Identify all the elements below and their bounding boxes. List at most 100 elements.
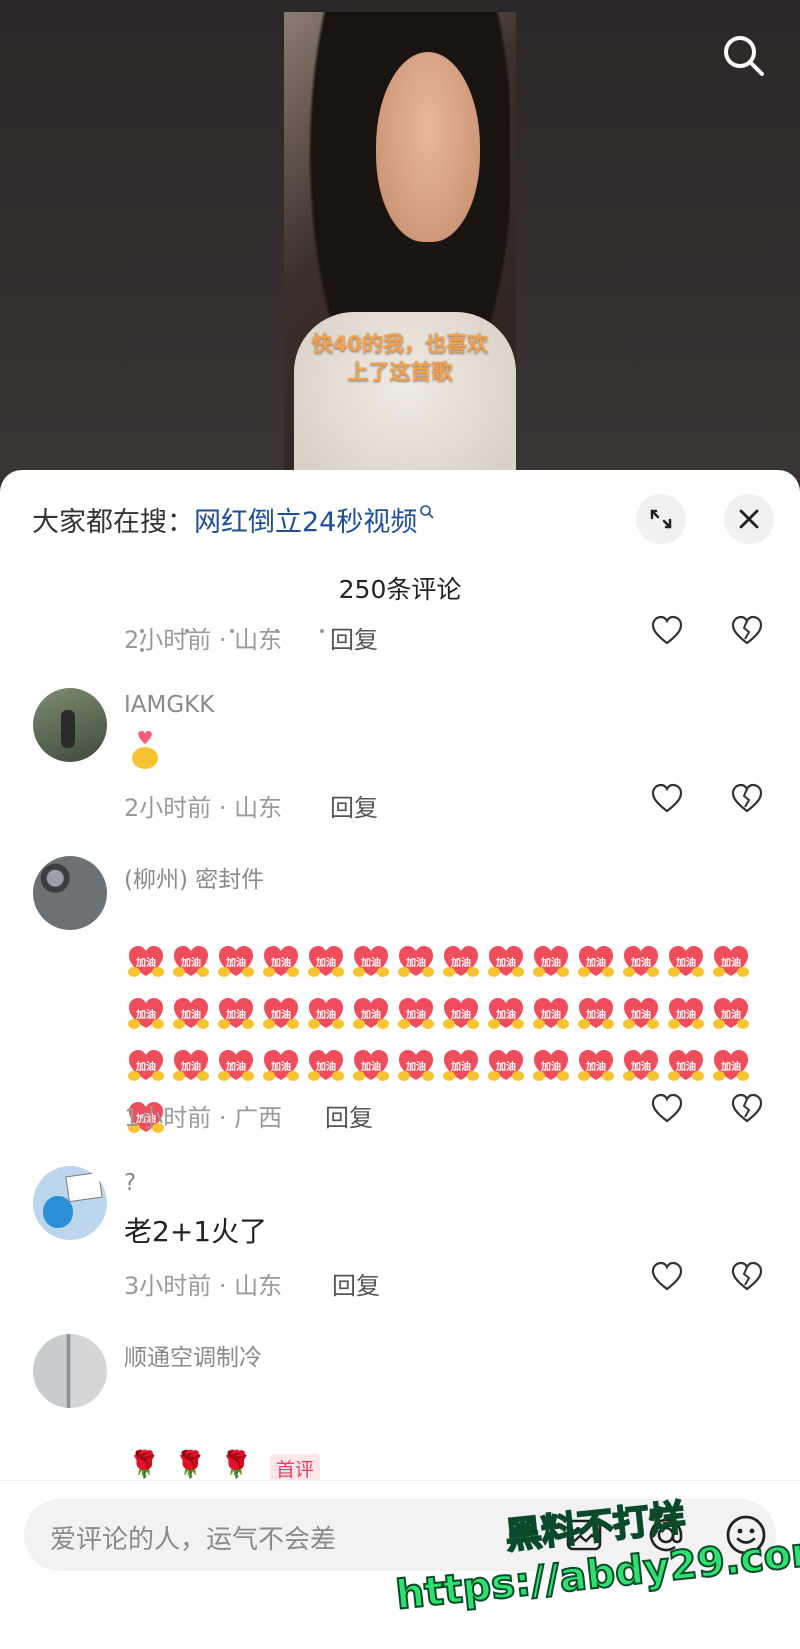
jiayou-sticker: 加油 <box>214 945 258 985</box>
comment-time-location: 3小时前 · 山东 <box>124 1272 283 1300</box>
jiayou-sticker-label: 加油 <box>451 958 471 969</box>
video-caption-line1: 快40的我，也喜欢 <box>311 332 489 356</box>
avatar[interactable] <box>33 688 107 762</box>
jiayou-sticker-label: 加油 <box>496 958 516 969</box>
comment-text: 老2+1火了 <box>124 1215 268 1248</box>
smile-icon[interactable] <box>724 1513 768 1557</box>
jiayou-sticker: 加油 <box>439 945 483 985</box>
comment-username[interactable]: IAMGKK <box>124 692 214 718</box>
jiayou-sticker-label: 加油 <box>541 1010 561 1021</box>
jiayou-sticker: 加油 <box>259 997 303 1037</box>
jiayou-sticker: 加油 <box>664 945 708 985</box>
rose-icon: 🌹 <box>128 1450 161 1480</box>
heart-icon[interactable] <box>650 1092 684 1126</box>
broken-heart-icon[interactable] <box>730 1260 764 1294</box>
reply-button[interactable]: 回复 <box>330 788 378 823</box>
jiayou-sticker-label: 加油 <box>136 1062 156 1073</box>
jiayou-sticker-label: 加油 <box>181 958 201 969</box>
close-button[interactable] <box>724 494 774 544</box>
jiayou-sticker: 加油 <box>709 1049 753 1089</box>
jiayou-sticker-label: 加油 <box>676 958 696 969</box>
jiayou-sticker: 加油 <box>259 1049 303 1089</box>
rose-icon: 🌹 <box>220 1450 253 1480</box>
trending-keyword[interactable]: 网红倒立24秒视频 <box>194 507 417 538</box>
jiayou-sticker: 加油 <box>664 997 708 1037</box>
broken-heart-icon[interactable] <box>730 614 764 648</box>
jiayou-sticker-label: 加油 <box>496 1010 516 1021</box>
jiayou-sticker-label: 加油 <box>721 1062 741 1073</box>
jiayou-sticker: 加油 <box>529 997 573 1037</box>
jiayou-sticker-label: 加油 <box>586 958 606 969</box>
comment-input-bar: 爱评论的人，运气不会差 <box>0 1480 800 1649</box>
jiayou-sticker: 加油 <box>394 1049 438 1089</box>
heart-icon[interactable] <box>650 1260 684 1294</box>
jiayou-sticker-label: 加油 <box>271 958 291 969</box>
comment-username[interactable]: (柳州) 密封件 <box>124 860 264 894</box>
jiayou-sticker-label: 加油 <box>271 1010 291 1021</box>
reply-button[interactable]: 回复 <box>332 1266 380 1301</box>
jiayou-sticker-label: 加油 <box>631 958 651 969</box>
jiayou-sticker-label: 加油 <box>406 1062 426 1073</box>
comment-username[interactable]: 顺通空调制冷 <box>124 1338 262 1372</box>
jiayou-sticker-label: 加油 <box>361 1062 381 1073</box>
jiayou-sticker: 加油 <box>169 997 213 1037</box>
jiayou-sticker-label: 加油 <box>316 958 336 969</box>
trending-prefix: 大家都在搜： <box>32 507 194 538</box>
image-icon[interactable] <box>564 1515 604 1555</box>
jiayou-sticker-label: 加油 <box>631 1010 651 1021</box>
jiayou-sticker: 加油 <box>484 945 528 985</box>
close-icon <box>739 509 759 529</box>
avatar[interactable] <box>33 1166 107 1240</box>
expand-button[interactable] <box>636 494 686 544</box>
video-caption: 快40的我，也喜欢 上了这首歌 <box>284 330 516 386</box>
jiayou-sticker-label: 加油 <box>181 1010 201 1021</box>
jiayou-sticker: 加油 <box>574 997 618 1037</box>
broken-heart-icon[interactable] <box>730 1092 764 1126</box>
jiayou-sticker: 加油 <box>619 1049 663 1089</box>
expand-icon <box>650 509 672 529</box>
jiayou-sticker-label: 加油 <box>496 1062 516 1073</box>
avatar[interactable] <box>33 856 107 930</box>
jiayou-sticker: 加油 <box>619 997 663 1037</box>
comment-time-location: 2小时前 · 山东 <box>124 626 283 654</box>
jiayou-sticker: 加油 <box>169 945 213 985</box>
jiayou-sticker: 加油 <box>709 997 753 1037</box>
video-player[interactable]: 快40的我，也喜欢 上了这首歌 <box>284 12 516 472</box>
jiayou-sticker: 加油 <box>304 997 348 1037</box>
jiayou-sticker-label: 加油 <box>361 958 381 969</box>
jiayou-sticker: 加油 <box>439 997 483 1037</box>
jiayou-sticker-label: 加油 <box>361 1010 381 1021</box>
video-caption-line2: 上了这首歌 <box>347 360 453 384</box>
jiayou-sticker: 加油 <box>484 1049 528 1089</box>
jiayou-sticker: 加油 <box>574 945 618 985</box>
heart-icon[interactable] <box>650 782 684 816</box>
jiayou-sticker-label: 加油 <box>316 1062 336 1073</box>
search-icon[interactable] <box>720 32 768 80</box>
jiayou-sticker: 加油 <box>124 997 168 1037</box>
jiayou-sticker: 加油 <box>394 945 438 985</box>
jiayou-sticker-label: 加油 <box>631 1062 651 1073</box>
comment-username[interactable]: ? <box>124 1170 136 1196</box>
trending-search[interactable]: 大家都在搜：网红倒立24秒视频 <box>32 500 435 539</box>
avatar[interactable] <box>33 1334 107 1408</box>
jiayou-sticker-label: 加油 <box>136 958 156 969</box>
avatar-sign <box>65 1171 103 1203</box>
broken-heart-icon[interactable] <box>730 782 764 816</box>
rose-icon: 🌹 <box>174 1450 207 1480</box>
jiayou-sticker: 加油 <box>709 945 753 985</box>
reply-button[interactable]: 回复 <box>330 620 378 655</box>
reply-button[interactable]: 回复 <box>325 1098 373 1133</box>
jiayou-sticker: 加油 <box>529 1049 573 1089</box>
heart-icon[interactable] <box>650 614 684 648</box>
jiayou-sticker-label: 加油 <box>271 1062 291 1073</box>
jiayou-sticker-label: 加油 <box>721 1010 741 1021</box>
jiayou-sticker-label: 加油 <box>676 1010 696 1021</box>
comment-input-placeholder: 爱评论的人，运气不会差 <box>50 1525 337 1555</box>
jiayou-sticker-label: 加油 <box>586 1062 606 1073</box>
at-icon[interactable] <box>646 1515 686 1555</box>
jiayou-sticker-label: 加油 <box>721 958 741 969</box>
comment-input[interactable]: 爱评论的人，运气不会差 <box>24 1499 776 1571</box>
jiayou-sticker: 加油 <box>349 1049 393 1089</box>
jiayou-sticker: 加油 <box>619 945 663 985</box>
jiayou-sticker-label: 加油 <box>406 958 426 969</box>
